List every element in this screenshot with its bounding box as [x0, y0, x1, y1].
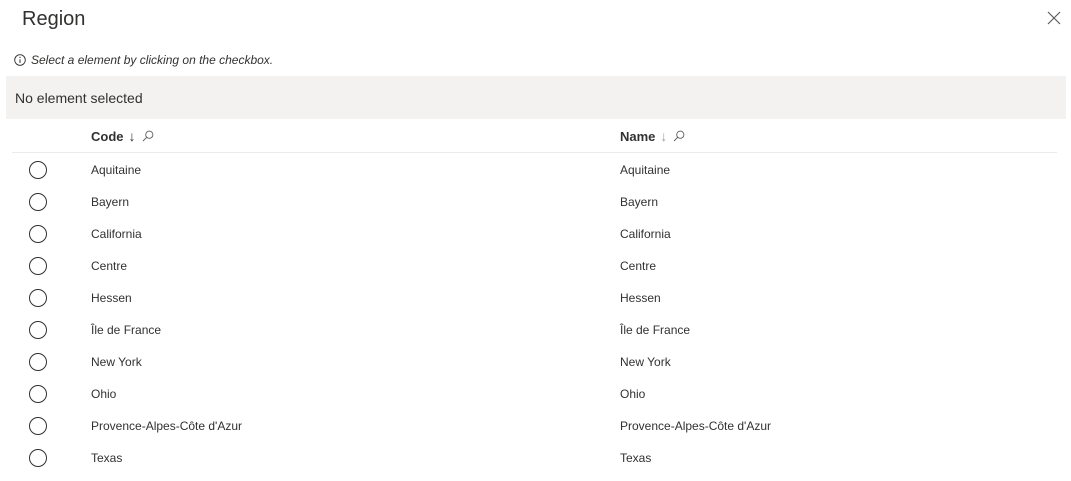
row-select-radio[interactable]	[29, 257, 47, 275]
table-row[interactable]: California California	[12, 218, 1057, 250]
cell-name: Bayern	[620, 195, 659, 209]
close-button[interactable]	[1045, 9, 1063, 27]
table-row[interactable]: Ohio Ohio	[12, 378, 1057, 410]
info-icon	[14, 54, 26, 66]
row-select-radio[interactable]	[29, 385, 47, 403]
table-row[interactable]: Centre Centre	[12, 250, 1057, 282]
row-select-radio[interactable]	[29, 193, 47, 211]
cell-name: Texas	[620, 451, 652, 465]
column-header-name[interactable]: Name ↓	[620, 120, 685, 152]
selection-status-text: No element selected	[15, 89, 143, 106]
row-select-radio[interactable]	[29, 289, 47, 307]
cell-code: Aquitaine	[91, 163, 142, 177]
column-header-name-label: Name	[620, 128, 656, 144]
cell-code: Bayern	[91, 195, 130, 209]
cell-code: Provence-Alpes-Côte d'Azur	[91, 419, 243, 433]
selection-status-bar: No element selected	[6, 76, 1066, 119]
cell-code: Texas	[91, 451, 123, 465]
column-header-code[interactable]: Code ↓	[91, 120, 154, 152]
table-row[interactable]: Bayern Bayern	[12, 186, 1057, 218]
row-select-radio[interactable]	[29, 225, 47, 243]
row-select-radio[interactable]	[29, 417, 47, 435]
row-select-radio[interactable]	[29, 161, 47, 179]
table-row[interactable]: Île de France Île de France	[12, 314, 1057, 346]
cell-code: Ohio	[91, 387, 117, 401]
table-row[interactable]: New York New York	[12, 346, 1057, 378]
column-header-code-label: Code	[91, 128, 124, 144]
cell-code: Centre	[91, 259, 128, 273]
hint-text: Select a element by clicking on the chec…	[31, 53, 274, 67]
dialog-title: Region	[22, 8, 86, 30]
table-body: Aquitaine Aquitaine Bayern Bayern California…	[12, 154, 1057, 474]
search-icon[interactable]	[142, 130, 154, 142]
table-row[interactable]: Hessen Hessen	[12, 282, 1057, 314]
cell-name: Île de France	[620, 323, 691, 337]
cell-name: Provence-Alpes-Côte d'Azur	[620, 419, 772, 433]
table-header: Code ↓ Name ↓	[12, 120, 1057, 153]
region-dialog: Region Select a element by clicking on t…	[0, 0, 1071, 481]
cell-code: New York	[91, 355, 142, 369]
cell-code: Île de France	[91, 323, 162, 337]
table-row[interactable]: Provence-Alpes-Côte d'Azur Provence-Alpes…	[12, 410, 1057, 442]
close-icon	[1047, 11, 1061, 25]
cell-name: California	[620, 227, 671, 241]
table-row[interactable]: Aquitaine Aquitaine	[12, 154, 1057, 186]
cell-code: California	[91, 227, 142, 241]
cell-name: Centre	[620, 259, 657, 273]
table-row[interactable]: Texas Texas	[12, 442, 1057, 474]
selection-hint: Select a element by clicking on the chec…	[14, 52, 273, 68]
row-select-radio[interactable]	[29, 321, 47, 339]
sort-descending-icon[interactable]: ↓	[660, 128, 667, 144]
cell-name: Ohio	[620, 387, 646, 401]
row-select-radio[interactable]	[29, 353, 47, 371]
cell-name: Aquitaine	[620, 163, 671, 177]
row-select-radio[interactable]	[29, 449, 47, 467]
cell-name: Hessen	[620, 291, 661, 305]
cell-code: Hessen	[91, 291, 132, 305]
search-icon[interactable]	[673, 130, 685, 142]
cell-name: New York	[620, 355, 671, 369]
sort-descending-icon[interactable]: ↓	[129, 128, 136, 144]
